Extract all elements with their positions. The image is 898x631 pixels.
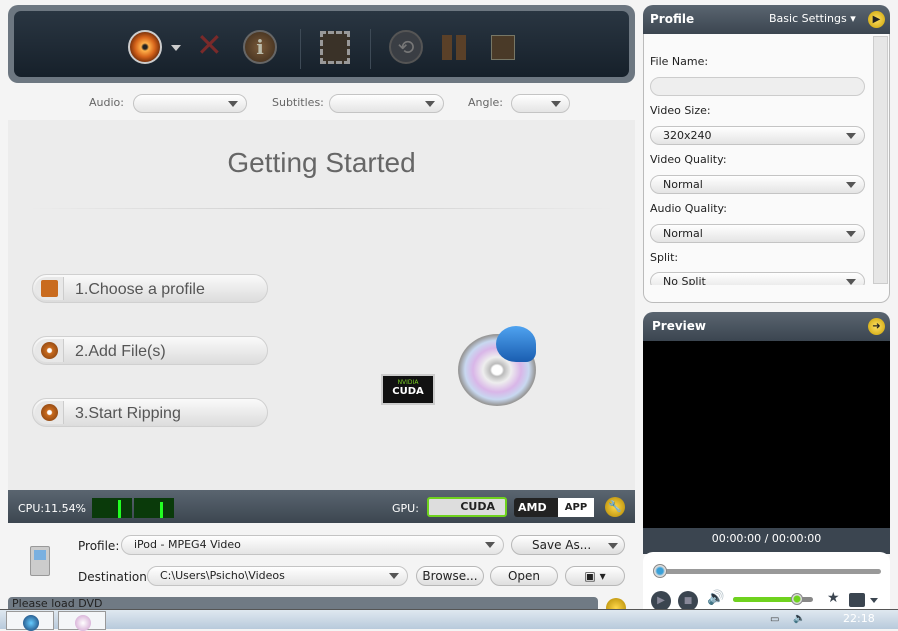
cpu-graph-2 [134,498,174,518]
seek-handle[interactable] [653,564,667,578]
video-size-select[interactable]: 320x240 [650,126,865,145]
stop-icon[interactable] [491,35,515,60]
arrow-logo-icon [496,326,536,362]
add-files-button[interactable]: 2.Add File(s) [32,336,268,365]
split-label: Split: [650,251,679,264]
cuda-toggle[interactable]: CUDA [427,497,507,517]
angle-label: Angle: [468,96,504,109]
audio-select[interactable] [133,94,247,113]
destination-select[interactable]: C:\Users\Psicho\Videos [147,566,408,586]
volume-handle[interactable] [791,593,803,605]
effects-icon[interactable]: ★ [827,590,840,606]
destination-label: Destination: [78,570,151,584]
split-select[interactable]: No Split [650,272,865,285]
profile-select[interactable]: iPod - MPEG4 Video [121,535,504,555]
dvd-disc-icon[interactable] [128,30,162,64]
chevron-down-icon[interactable] [608,543,618,549]
play-button[interactable]: ▶ [651,591,671,611]
info-icon[interactable]: i [243,30,277,64]
basic-settings-dropdown[interactable]: Basic Settings ▾ [769,12,856,25]
cpu-graph-1 [92,498,132,518]
start-ripping-button[interactable]: 3.Start Ripping [32,398,268,427]
snapshot-camera-icon[interactable] [849,593,865,607]
page-title: Getting Started [227,147,416,178]
ipod-device-icon [30,546,50,576]
pause-icon[interactable] [442,35,466,60]
audio-label: Audio: [89,96,124,109]
preview-title: Preview [652,319,707,333]
play-arrow-icon[interactable]: ▶ [868,11,885,28]
audio-quality-select[interactable]: Normal [650,224,865,243]
profile-icon [35,277,64,300]
taskbar-browser-button[interactable] [6,611,54,631]
stop-button[interactable]: ■ [678,591,698,611]
preview-header: Preview ➜ [643,312,890,341]
taskbar: ▭ 🔈 22:18 [0,609,898,631]
split-select-clip: No Split [650,272,865,285]
video-quality-select[interactable]: Normal [650,175,865,194]
getting-started-panel: Getting Started [8,120,635,490]
audio-quality-label: Audio Quality: [650,202,727,215]
volume-tray-icon[interactable]: 🔈 [793,613,805,624]
open-button[interactable]: Open [490,566,558,586]
profile-panel-header: Profile Basic Settings ▾ ▶ [643,5,890,34]
settings-wrench-icon[interactable]: 🔧 [605,497,625,517]
chevron-down-icon[interactable] [870,598,878,603]
seek-slider[interactable] [657,569,881,574]
taskbar-dvd-ripper-button[interactable] [58,611,106,631]
file-name-input[interactable] [650,77,865,96]
disc-icon [35,339,64,362]
device-transfer-button[interactable]: ▣ ▾ [565,566,625,586]
volume-icon[interactable]: 🔊 [707,590,724,606]
main-toolbar: ✕ i ⟲ [8,5,635,83]
subtitles-label: Subtitles: [272,96,324,109]
remove-icon[interactable]: ✕ [196,26,223,64]
choose-profile-button[interactable]: 1.Choose a profile [32,274,268,303]
nvidia-cuda-badge: NVIDIA CUDA [381,374,435,405]
rip-icon [35,401,64,424]
gpu-label: GPU: [392,502,419,515]
refresh-icon[interactable]: ⟲ [389,30,423,64]
cpu-usage: CPU:11.54% [18,502,87,515]
profile-panel-title: Profile [650,12,695,26]
preview-screen [643,341,890,528]
divider [300,29,301,69]
video-quality-label: Video Quality: [650,153,727,166]
save-as-button[interactable]: Save As... [511,535,625,555]
angle-select[interactable] [511,94,570,113]
divider [370,29,371,69]
network-tray-icon[interactable]: ▭ [770,614,779,625]
amd-app-toggle[interactable]: AMD APP [514,498,594,517]
profile-settings-panel [643,34,890,303]
device-icon: ▣ [584,569,596,583]
preview-time: 00:00:00 / 00:00:00 [643,528,890,554]
scrollbar[interactable] [873,36,888,284]
clock[interactable]: 22:18 [843,612,875,625]
arrow-right-icon[interactable]: ➜ [868,318,885,335]
divider [28,208,615,209]
add-clip-icon[interactable] [320,31,350,64]
profile-label: Profile: [78,539,120,553]
file-name-label: File Name: [650,55,709,68]
subtitles-select[interactable] [329,94,444,113]
browse-button[interactable]: Browse... [416,566,484,586]
dropdown-arrow-icon[interactable] [171,45,181,51]
status-bar: CPU:11.54% GPU: CUDA AMD APP 🔧 [8,490,635,523]
video-size-label: Video Size: [650,104,711,117]
preview-controls: ▶ ■ 🔊 ★ [643,552,890,612]
